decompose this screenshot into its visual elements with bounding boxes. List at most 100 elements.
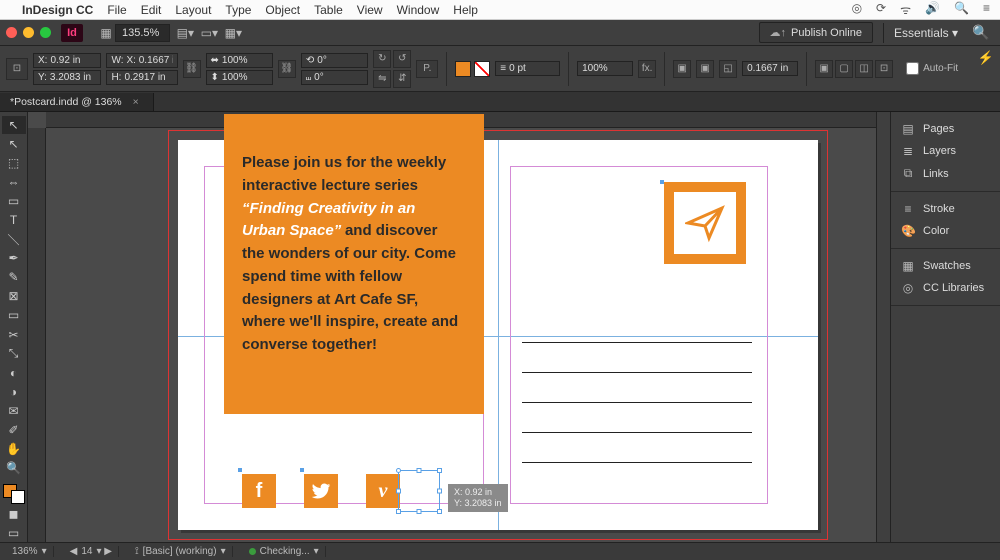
zoom-tool[interactable]: 🔍 bbox=[2, 459, 26, 477]
search-icon[interactable]: 🔍 bbox=[954, 1, 969, 18]
menu-icon[interactable]: ≡ bbox=[983, 1, 990, 18]
scale-x-field[interactable]: ⬌ bbox=[206, 53, 273, 68]
zoom-window[interactable] bbox=[40, 27, 51, 38]
shear-field[interactable]: ⧢ bbox=[301, 70, 368, 85]
flip-v-icon[interactable]: ⇵ bbox=[393, 70, 411, 88]
sync-icon[interactable]: ⟳ bbox=[876, 1, 886, 18]
search-app-icon[interactable]: 🔍 bbox=[968, 24, 994, 41]
fit-frame-icon[interactable]: ▢ bbox=[835, 60, 853, 78]
status-zoom[interactable]: 136% ▾ bbox=[6, 546, 54, 557]
menu-type[interactable]: Type bbox=[225, 3, 251, 17]
rotate-field[interactable]: ⟲ bbox=[301, 53, 368, 68]
gradient-feather-tool[interactable]: ◑ bbox=[2, 383, 26, 401]
panel-cc-libraries[interactable]: ◎CC Libraries bbox=[891, 277, 1000, 299]
panel-layers[interactable]: ≣Layers bbox=[891, 140, 1000, 162]
reference-point-icon[interactable]: ⊡ bbox=[6, 58, 28, 80]
status-preset[interactable]: ⟟ [Basic] (working) ▾ bbox=[129, 546, 233, 557]
arrange-icon[interactable]: ▦▾ bbox=[224, 26, 242, 40]
text-wrap-bound-icon[interactable]: ▣ bbox=[696, 60, 714, 78]
x-field[interactable]: X: bbox=[33, 53, 101, 68]
address-line[interactable] bbox=[522, 402, 752, 403]
gap-tool[interactable]: ⇔ bbox=[2, 173, 26, 191]
scale-y-field[interactable]: ⬍ bbox=[206, 70, 273, 85]
center-content-icon[interactable]: ⊡ bbox=[875, 60, 893, 78]
panel-collapse-bar[interactable] bbox=[876, 112, 890, 542]
panel-pages[interactable]: ▤Pages bbox=[891, 118, 1000, 140]
flip-h-icon[interactable]: ⇋ bbox=[373, 70, 391, 88]
align-rotation-icon[interactable]: P. bbox=[416, 60, 438, 78]
panel-swatches[interactable]: ▦Swatches bbox=[891, 255, 1000, 277]
note-tool[interactable]: ✉ bbox=[2, 402, 26, 420]
address-line[interactable] bbox=[522, 432, 752, 433]
eyedropper-tool[interactable]: ✐ bbox=[2, 421, 26, 439]
speaker-icon[interactable]: 🔊 bbox=[925, 1, 940, 18]
page-tool[interactable]: ⬚ bbox=[2, 154, 26, 172]
fit-prop-icon[interactable]: ◫ bbox=[855, 60, 873, 78]
y-field[interactable]: Y: bbox=[33, 70, 101, 85]
fill-swatch[interactable] bbox=[455, 61, 471, 77]
close-window[interactable] bbox=[6, 27, 17, 38]
menu-app[interactable]: InDesign CC bbox=[22, 3, 93, 17]
opacity-field[interactable] bbox=[577, 61, 633, 76]
panel-links[interactable]: ⧉Links bbox=[891, 162, 1000, 185]
autofit-checkbox[interactable]: Auto-Fit bbox=[906, 62, 958, 75]
rectangle-tool[interactable]: ▭ bbox=[2, 306, 26, 324]
stamp-graphic[interactable] bbox=[664, 182, 746, 264]
menu-file[interactable]: File bbox=[107, 3, 126, 17]
hand-tool[interactable]: ✋ bbox=[2, 440, 26, 458]
screen-mode-icon[interactable]: ▭▾ bbox=[200, 26, 218, 40]
status-preflight[interactable]: Checking... ▾ bbox=[243, 546, 326, 557]
stroke-swatch[interactable] bbox=[474, 61, 490, 77]
menu-help[interactable]: Help bbox=[453, 3, 478, 17]
rotate-cw-icon[interactable]: ↻ bbox=[373, 50, 391, 68]
publish-online-button[interactable]: ☁↑ Publish Online bbox=[759, 22, 873, 43]
guide-center-v[interactable] bbox=[498, 140, 499, 530]
document-tab[interactable]: *Postcard.indd @ 136% × bbox=[0, 93, 154, 111]
gradient-swatch-tool[interactable]: ◐ bbox=[2, 364, 26, 382]
fill-stroke-swap[interactable] bbox=[3, 484, 25, 504]
rectangle-frame-tool[interactable]: ⊠ bbox=[2, 287, 26, 305]
bridge-icon[interactable]: ▦ bbox=[97, 26, 115, 40]
pencil-tool[interactable]: ✎ bbox=[2, 268, 26, 286]
menu-edit[interactable]: Edit bbox=[141, 3, 162, 17]
minimize-window[interactable] bbox=[23, 27, 34, 38]
content-collector-tool[interactable]: ▭ bbox=[2, 192, 26, 210]
menu-view[interactable]: View bbox=[357, 3, 383, 17]
postcard-text-frame[interactable]: Please join us for the weekly interactiv… bbox=[224, 114, 484, 414]
fit-content-icon[interactable]: ▣ bbox=[815, 60, 833, 78]
constrain-icon[interactable]: ⛓ bbox=[183, 60, 201, 78]
address-line[interactable] bbox=[522, 342, 752, 343]
document-canvas[interactable]: Please join us for the weekly interactiv… bbox=[28, 112, 876, 542]
twitter-icon[interactable] bbox=[304, 474, 338, 508]
fx-icon[interactable]: fx. bbox=[638, 60, 656, 78]
apply-color-icon[interactable]: ◼ bbox=[2, 505, 26, 523]
panel-color[interactable]: 🎨Color bbox=[891, 220, 1000, 242]
h-field[interactable]: H: bbox=[106, 70, 177, 85]
stroke-weight-field[interactable]: ≡ bbox=[495, 61, 560, 76]
menu-object[interactable]: Object bbox=[265, 3, 300, 17]
menu-window[interactable]: Window bbox=[397, 3, 440, 17]
w-field[interactable]: W: bbox=[106, 53, 177, 68]
corner-options-icon[interactable]: ◱ bbox=[719, 60, 737, 78]
line-tool[interactable]: ＼ bbox=[2, 230, 26, 248]
constrain-scale-icon[interactable]: ⛓ bbox=[278, 60, 296, 78]
workspace-switcher[interactable]: Essentials ▾ bbox=[883, 23, 968, 43]
cc-icon[interactable]: ◎ bbox=[852, 1, 862, 18]
frame-w-field[interactable] bbox=[742, 61, 798, 76]
scissors-tool[interactable]: ✂ bbox=[2, 326, 26, 344]
screen-mode-tool[interactable]: ▭ bbox=[2, 524, 26, 542]
rotate-ccw-icon[interactable]: ↺ bbox=[393, 50, 411, 68]
pen-tool[interactable]: ✒ bbox=[2, 249, 26, 267]
selection-tool[interactable]: ↖ bbox=[2, 116, 26, 134]
zoom-level[interactable]: 135.5% bbox=[115, 24, 170, 42]
address-line[interactable] bbox=[522, 372, 752, 373]
view-options-icon[interactable]: ▤▾ bbox=[176, 26, 194, 40]
free-transform-tool[interactable]: ⤡ bbox=[2, 345, 26, 363]
type-tool[interactable]: T bbox=[2, 211, 26, 229]
panel-stroke[interactable]: ≡Stroke bbox=[891, 198, 1000, 220]
text-wrap-none-icon[interactable]: ▣ bbox=[673, 60, 691, 78]
facebook-icon[interactable]: f bbox=[242, 474, 276, 508]
status-page-nav[interactable]: ◀ 14 ▾ ▶ bbox=[64, 546, 119, 557]
menu-layout[interactable]: Layout bbox=[175, 3, 211, 17]
vimeo-icon[interactable]: v bbox=[366, 474, 400, 508]
